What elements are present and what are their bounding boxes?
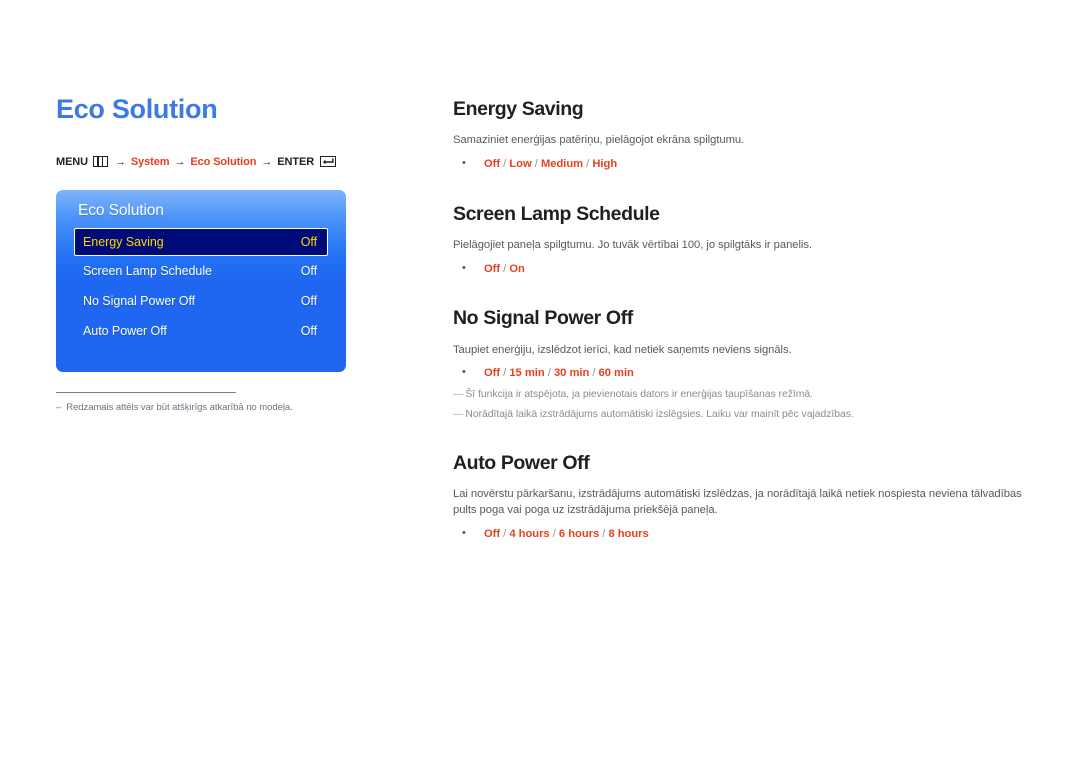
path-arrow-1: → (115, 155, 126, 168)
options-list: Off / 15 min / 30 min / 60 min (484, 365, 634, 381)
section-description: Pielāgojiet paneļa spilgtumu. Jo tuvāk v… (453, 238, 813, 251)
section-title: Auto Power Off (453, 451, 590, 474)
osd-row-energy-saving[interactable]: Energy Saving Off (74, 227, 328, 256)
option-value: Medium (540, 158, 584, 171)
options-list: Off / 4 hours / 6 hours / 8 hours (484, 526, 649, 542)
page-title: Eco Solution (56, 94, 218, 124)
left-column: Eco Solution MENU → System → Eco Solutio… (56, 94, 406, 413)
option-separator: / (500, 158, 510, 171)
option-separator: / (500, 262, 510, 275)
option-value: 8 hours (608, 528, 649, 541)
osd-row-no-signal-power-off[interactable]: No Signal Power Off Off (75, 286, 327, 316)
osd-row-value: Off (300, 263, 317, 278)
menu-label: MENU (56, 155, 88, 168)
option-separator: / (500, 528, 510, 541)
section-notes: — Šī funkcija ir atspējota, ja pievienot… (453, 387, 1033, 422)
note-marker: — (453, 388, 464, 400)
option-separator: / (544, 367, 554, 380)
path-arrow-3: → (261, 155, 273, 168)
path-step-system: System (130, 155, 170, 168)
osd-menu-list: Energy Saving Off Screen Lamp Schedule O… (56, 227, 346, 346)
bullet-icon: • (462, 366, 466, 379)
option-separator: / (583, 158, 593, 171)
option-value: High (592, 158, 618, 171)
osd-row-label: No Signal Power Off (83, 293, 196, 308)
note-text: Norādītajā laikā izstrādājums automātisk… (465, 408, 854, 420)
footnote-dash: – (56, 401, 62, 413)
osd-row-label: Auto Power Off (83, 323, 167, 338)
footnote-divider (56, 391, 236, 393)
page-root: Eco Solution MENU → System → Eco Solutio… (0, 0, 1080, 763)
option-separator: / (589, 367, 599, 380)
footnote: – Redzamais attēls var būt atšķirīgs atk… (56, 402, 406, 413)
path-arrow-2: → (174, 155, 186, 168)
options-list: Off / Low / Medium / High (484, 156, 617, 172)
section-options: • Off / On (453, 261, 1033, 277)
note-line: — Šī funkcija ir atspējota, ja pievienot… (453, 387, 1033, 402)
option-value: Off (484, 158, 501, 171)
right-column: Energy Saving Samaziniet enerģijas patēr… (453, 98, 1033, 544)
note-text: Šī funkcija ir atspējota, ja pievienotai… (465, 388, 813, 400)
osd-row-auto-power-off[interactable]: Auto Power Off Off (75, 316, 327, 346)
section-title: No Signal Power Off (453, 307, 633, 330)
enter-return-icon (320, 156, 337, 168)
section-options: • Off / 15 min / 30 min / 60 min (453, 365, 1033, 381)
osd-menu-panel: Eco Solution Energy Saving Off Screen La… (56, 189, 346, 372)
osd-row-label: Screen Lamp Schedule (83, 263, 212, 278)
option-value: Off (484, 528, 501, 541)
osd-title: Eco Solution (78, 201, 164, 219)
section-description: Taupiet enerģiju, izslēdzot ierīci, kad … (453, 343, 792, 356)
options-list: Off / On (484, 261, 525, 277)
section-screen-lamp-schedule: Screen Lamp Schedule Pielāgojiet paneļa … (453, 203, 1033, 278)
option-value: 4 hours (509, 528, 550, 541)
option-separator: / (500, 367, 510, 380)
bullet-icon: • (462, 527, 466, 540)
option-separator: / (549, 528, 559, 541)
section-description: Samaziniet enerģijas patēriņu, pielāgojo… (453, 134, 745, 147)
osd-row-label: Energy Saving (83, 234, 164, 249)
path-step-eco-solution: Eco Solution (190, 155, 257, 168)
section-no-signal-power-off: No Signal Power Off Taupiet enerģiju, iz… (453, 307, 1033, 422)
osd-row-value: Off (300, 293, 317, 308)
option-value: Off (484, 367, 501, 380)
enter-label: ENTER (277, 155, 315, 168)
section-options: • Off / 4 hours / 6 hours / 8 hours (453, 526, 1033, 542)
option-separator: / (531, 158, 541, 171)
osd-row-screen-lamp-schedule[interactable]: Screen Lamp Schedule Off (75, 256, 327, 286)
option-value: 15 min (509, 367, 545, 380)
bullet-icon: • (462, 157, 466, 170)
section-auto-power-off: Auto Power Off Lai novērstu pārkaršanu, … (453, 452, 1033, 542)
option-value: Off (484, 262, 501, 275)
section-description: Lai novērstu pārkaršanu, izstrādājums au… (453, 488, 1022, 517)
option-value: 6 hours (558, 528, 600, 541)
osd-row-value: Off (300, 323, 317, 338)
note-line: — Norādītajā laikā izstrādājums automāti… (453, 407, 1033, 422)
option-value: Low (509, 158, 532, 171)
option-value: On (509, 262, 525, 275)
section-title: Energy Saving (453, 98, 584, 120)
option-value: 30 min (553, 367, 590, 380)
section-title: Screen Lamp Schedule (453, 202, 660, 225)
menu-path-breadcrumb: MENU → System → Eco Solution → ENTER (56, 156, 406, 168)
section-options: • Off / Low / Medium / High (453, 156, 1033, 172)
osd-row-value: Off (300, 234, 317, 249)
bullet-icon: • (462, 261, 466, 274)
menu-grid-icon (93, 156, 108, 168)
section-energy-saving: Energy Saving Samaziniet enerģijas patēr… (453, 98, 1033, 173)
option-value: 60 min (598, 367, 634, 380)
footnote-text: Redzamais attēls var būt atšķirīgs atkar… (66, 401, 293, 413)
note-marker: — (453, 408, 464, 420)
